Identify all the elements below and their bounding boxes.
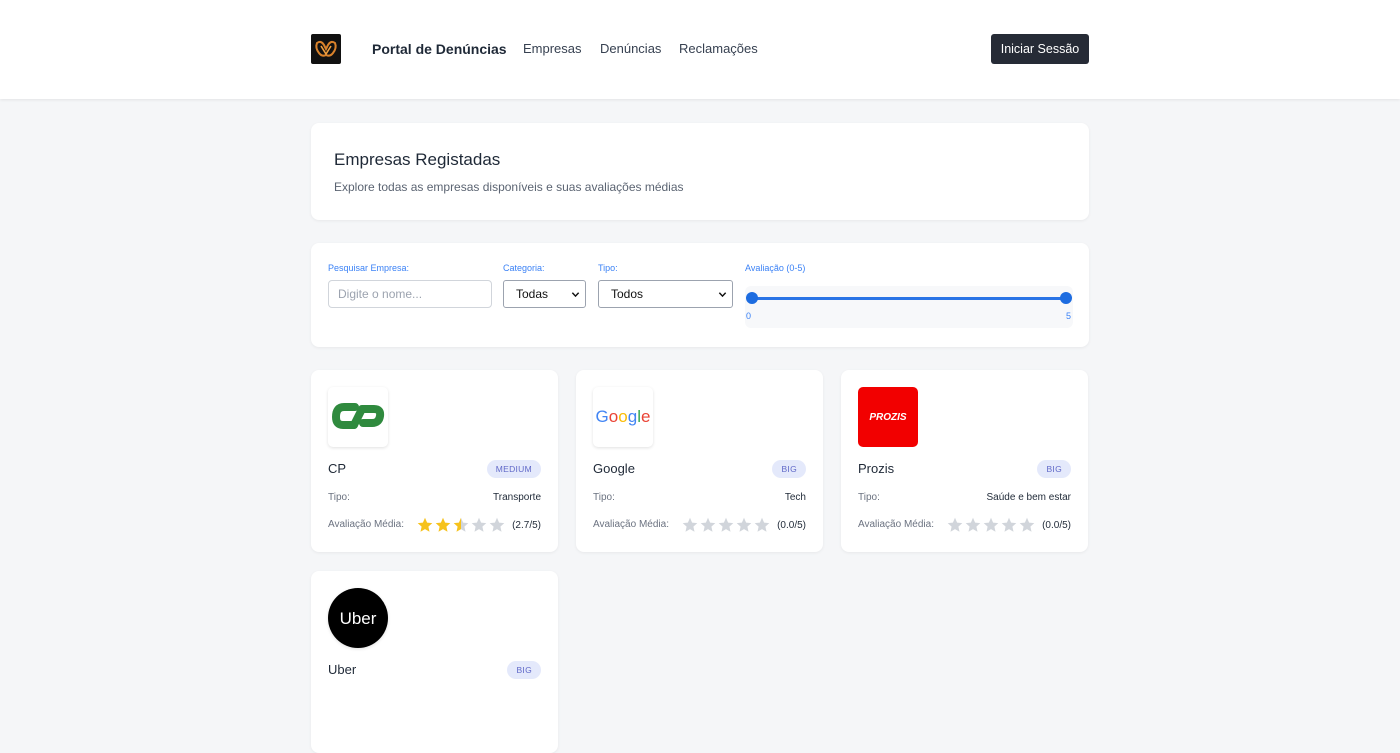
category-label: Categoria:: [503, 263, 545, 273]
star-empty-icon: [718, 517, 734, 532]
prozis-wordmark: PROZIS: [869, 412, 907, 423]
range-max-thumb[interactable]: [1060, 292, 1072, 304]
company-rating-label: Avaliação Média:: [858, 519, 934, 530]
company-card-prozis[interactable]: PROZIS Prozis BIG Tipo: Saúde e bem esta…: [841, 370, 1088, 552]
company-size-badge: BIG: [772, 460, 806, 478]
rating-range-slider[interactable]: 0 5: [745, 286, 1073, 328]
chevron-down-icon: [571, 292, 580, 298]
star-empty-icon: [947, 517, 963, 532]
range-max-value: 5: [1066, 311, 1072, 321]
company-type-label: Tipo:: [593, 492, 615, 503]
range-min-value: 0: [746, 311, 752, 321]
company-type-label: Tipo:: [858, 492, 880, 503]
type-label: Tipo:: [598, 263, 618, 273]
page-title: Empresas Registadas: [334, 150, 501, 169]
range-min-thumb[interactable]: [746, 292, 758, 304]
top-navbar: Portal de Denúncias Empresas Denúncias R…: [0, 0, 1400, 99]
category-select-value: Todas: [516, 287, 549, 301]
company-rating-label: Avaliação Média:: [593, 519, 669, 530]
google-logo-icon: Google: [593, 387, 653, 447]
company-type-value: Saúde e bem estar: [986, 492, 1072, 503]
star-empty-icon: [1019, 517, 1035, 532]
range-track[interactable]: [751, 297, 1067, 300]
company-size-badge: MEDIUM: [486, 460, 541, 478]
company-card-cp[interactable]: CP MEDIUM Tipo: Transporte Avaliação Méd…: [311, 370, 558, 552]
star-rating: [417, 517, 507, 533]
type-select[interactable]: Todos: [598, 280, 733, 308]
star-empty-icon: [700, 517, 716, 532]
star-rating: [947, 517, 1037, 533]
company-rating-score: (0.0/5): [777, 520, 806, 531]
nav-link-reclamacoes[interactable]: Reclamações: [679, 41, 758, 56]
company-rating-label: Avaliação Média:: [328, 519, 404, 530]
google-wordmark: Google: [596, 407, 651, 426]
star-filled-icon: [417, 517, 433, 532]
filters-card: Pesquisar Empresa: Categoria: Todas Tipo…: [311, 243, 1089, 347]
company-type-label: Tipo:: [328, 492, 350, 503]
star-empty-icon: [983, 517, 999, 532]
company-name: Prozis: [858, 461, 895, 476]
brand-logo-icon[interactable]: [311, 34, 341, 64]
star-half-icon: [453, 517, 469, 532]
company-name: CP: [328, 461, 347, 476]
login-button[interactable]: Iniciar Sessão: [991, 34, 1089, 64]
nav-link-empresas[interactable]: Empresas: [523, 41, 582, 56]
prozis-logo-icon: PROZIS: [858, 387, 918, 447]
chevron-down-icon: [718, 292, 727, 298]
company-size-badge: BIG: [507, 661, 541, 679]
page-header-card: Empresas Registadas Explore todas as emp…: [311, 123, 1089, 220]
search-input[interactable]: [328, 280, 492, 308]
star-empty-icon: [754, 517, 770, 532]
star-filled-icon: [435, 517, 451, 532]
category-select[interactable]: Todas: [503, 280, 586, 308]
star-empty-icon: [1001, 517, 1017, 532]
star-empty-icon: [489, 517, 505, 532]
search-label: Pesquisar Empresa:: [328, 263, 410, 273]
star-empty-icon: [965, 517, 981, 532]
company-card-google[interactable]: Google Google BIG Tipo: Tech Avaliação M…: [576, 370, 823, 552]
company-type-value: Tech: [784, 492, 806, 503]
type-select-value: Todos: [611, 287, 644, 301]
star-empty-icon: [682, 517, 698, 532]
star-empty-icon: [736, 517, 752, 532]
brand-name-link[interactable]: Portal de Denúncias: [372, 41, 507, 57]
company-size-badge: BIG: [1037, 460, 1071, 478]
rating-range-label: Avaliação (0-5): [745, 263, 806, 273]
company-rating-score: (0.0/5): [1042, 520, 1071, 531]
cp-logo-icon: [328, 387, 388, 447]
star-rating: [682, 517, 772, 533]
company-name: Google: [593, 461, 635, 476]
company-rating-score: (2.7/5): [512, 520, 541, 531]
company-card-uber[interactable]: Uber Uber BIG: [311, 571, 558, 753]
company-type-value: Transporte: [493, 492, 541, 503]
uber-wordmark: Uber: [340, 609, 377, 628]
page-subtitle: Explore todas as empresas disponíveis e …: [334, 180, 684, 194]
star-empty-icon: [471, 517, 487, 532]
uber-logo-icon: Uber: [328, 588, 388, 648]
nav-link-denuncias[interactable]: Denúncias: [600, 41, 661, 56]
company-name: Uber: [328, 662, 357, 677]
